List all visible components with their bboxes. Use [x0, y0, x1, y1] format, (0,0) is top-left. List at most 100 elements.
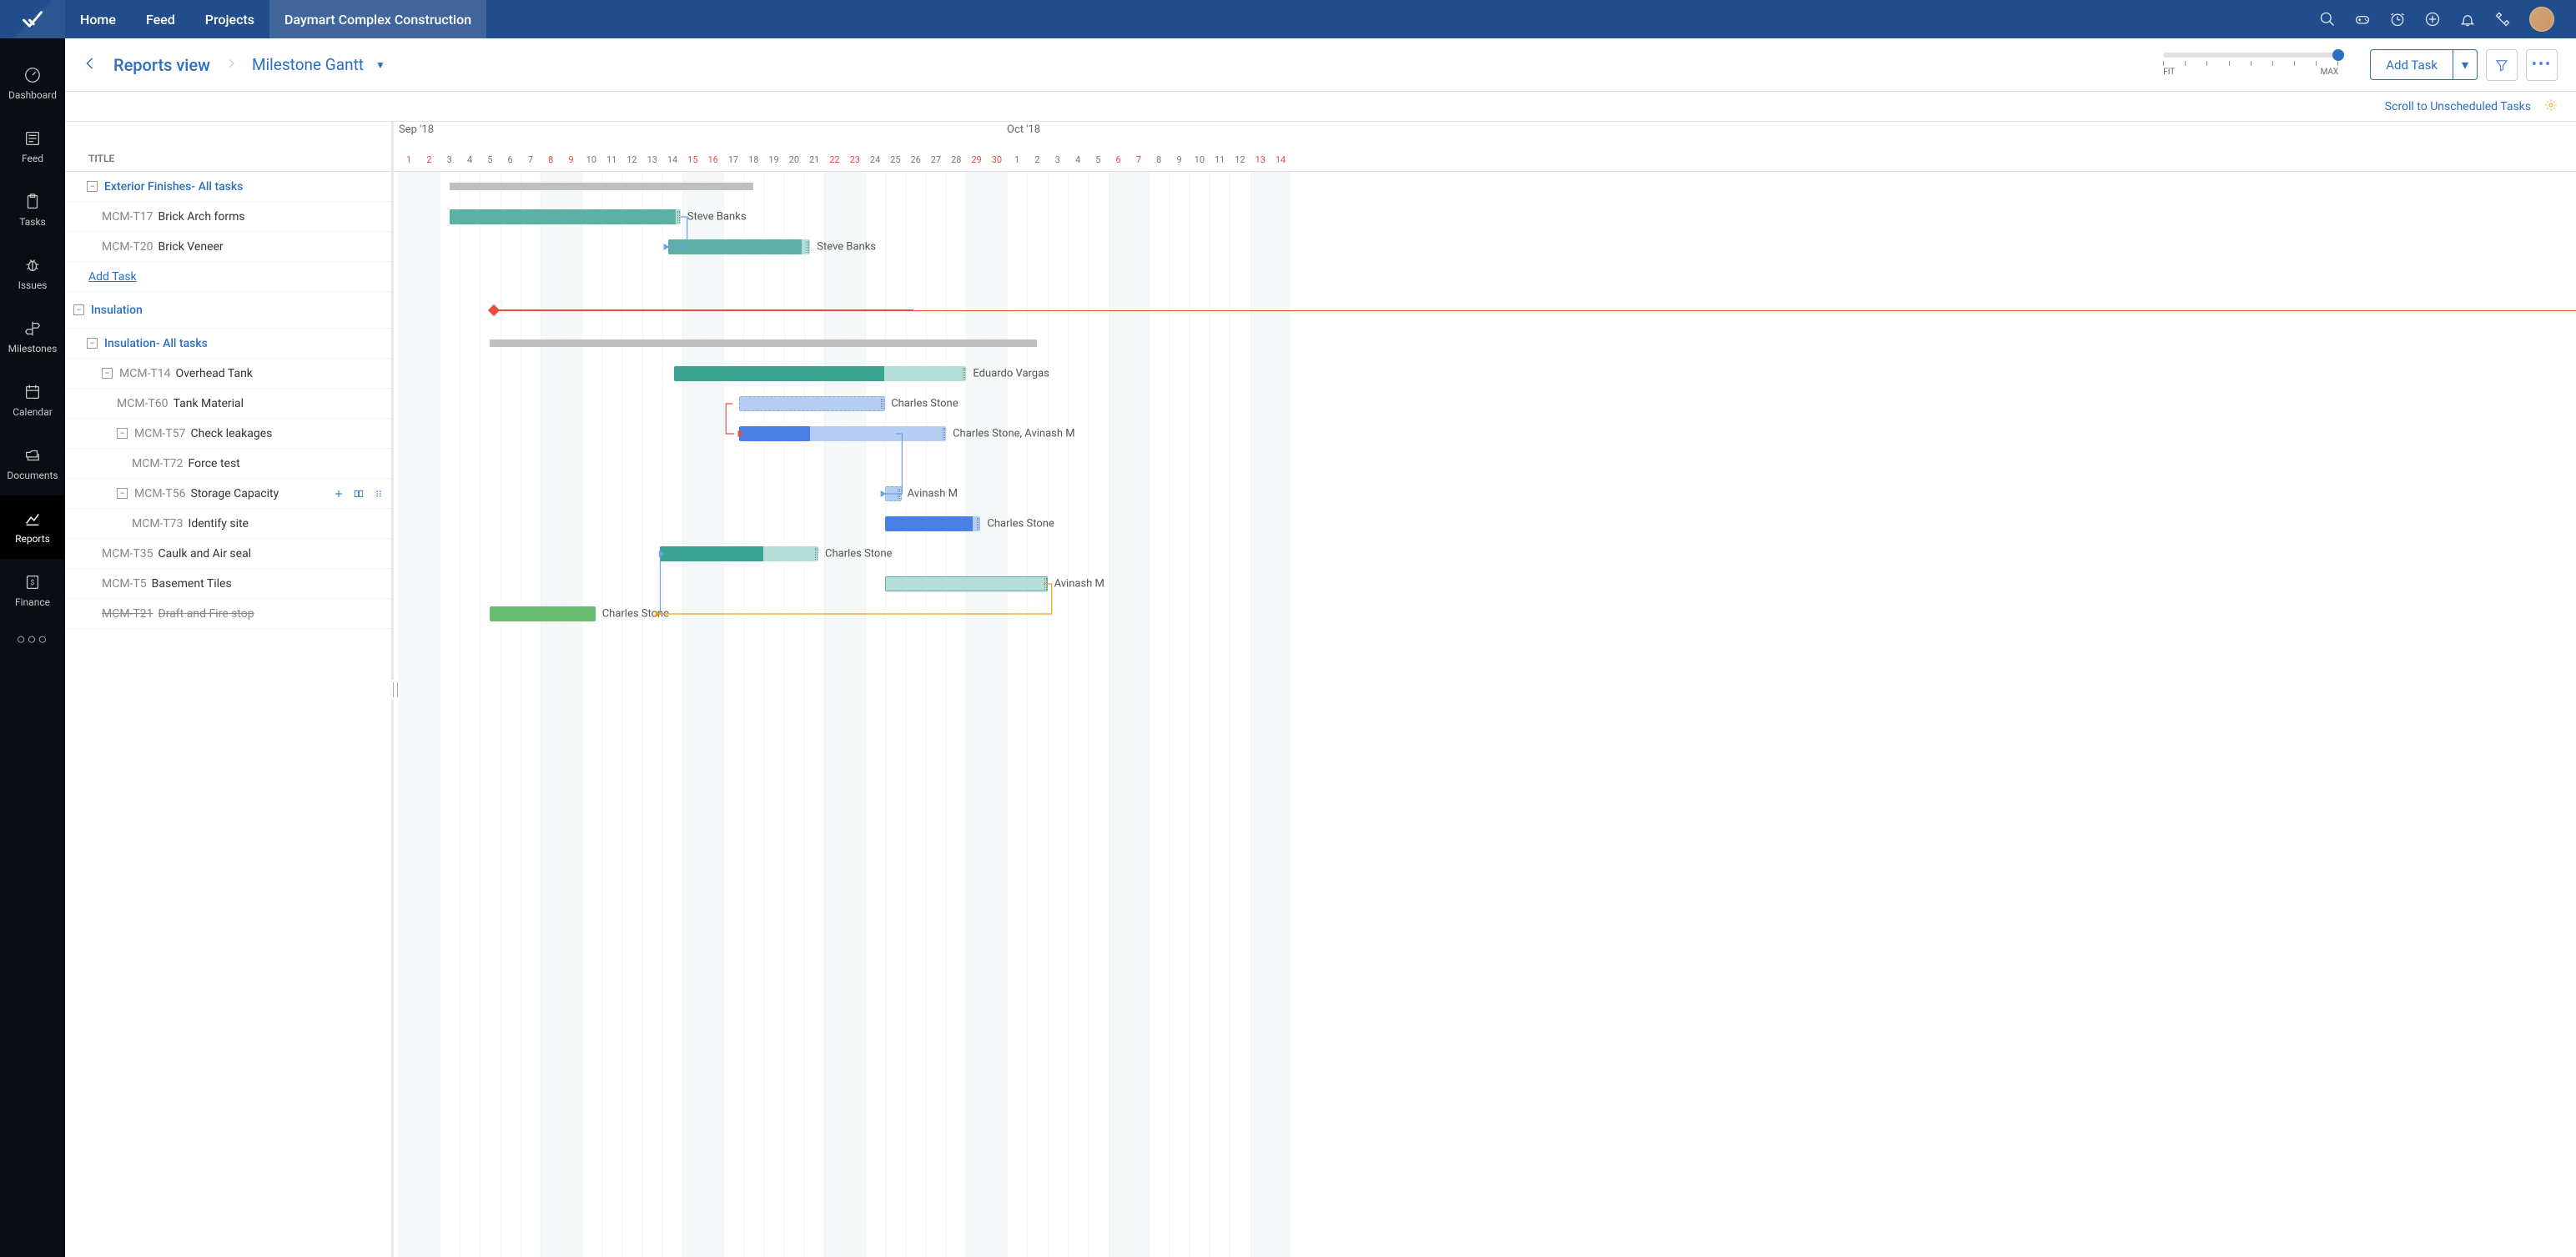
zoom-slider[interactable]: FIT MAX [2163, 53, 2338, 77]
add-task-more-button[interactable]: ▾ [2453, 49, 2478, 80]
calendar-icon [23, 383, 42, 401]
gantt-chart: TITLE −Exterior Finishes- All tasksMCM-T… [65, 122, 2576, 1257]
slider-thumb[interactable] [2332, 49, 2344, 61]
back-arrow-icon[interactable] [83, 56, 98, 74]
task-code: MCM-T21 [102, 607, 153, 621]
task-group-row[interactable]: −Insulation [65, 292, 391, 329]
plus-circle-icon[interactable] [2424, 11, 2441, 28]
sidebar-item-tasks[interactable]: Tasks [0, 178, 65, 242]
task-code: MCM-T57 [134, 427, 186, 440]
task-row[interactable]: −MCM-T56Storage Capacity [65, 479, 391, 509]
sidebar-item-issues[interactable]: Issues [0, 242, 65, 305]
task-row[interactable]: MCM-T17Brick Arch forms [65, 202, 391, 232]
sidebar-item-reports[interactable]: Reports [0, 495, 65, 559]
add-task-split-button: Add Task ▾ [2370, 49, 2478, 80]
timeline-body[interactable]: Steve Banks Steve Banks Eduardo Vargas Char… [394, 172, 2576, 1257]
app-logo[interactable] [0, 0, 65, 38]
report-type-dropdown[interactable]: Milestone Gantt ▼ [252, 55, 385, 74]
task-row[interactable]: MCM-T60Tank Material [65, 389, 391, 419]
sidebar-item-calendar[interactable]: Calendar [0, 369, 65, 432]
task-row[interactable]: MCM-T72Force test [65, 449, 391, 479]
task-row[interactable]: MCM-T73Identify site [65, 509, 391, 539]
bar-assignee-label: Steve Banks [687, 211, 747, 224]
sidebar-item-documents[interactable]: Documents [0, 432, 65, 495]
day-label: 10 [1195, 154, 1205, 165]
collapse-toggle[interactable]: − [87, 181, 98, 192]
left-sidebar: Dashboard Feed Tasks Issues Milestones C… [0, 38, 65, 1257]
filter-button[interactable] [2486, 49, 2518, 81]
add-subtask-icon[interactable] [333, 488, 345, 500]
task-row[interactable]: −MCM-T57Check leakages [65, 419, 391, 449]
nav-tab-projects[interactable]: Projects [190, 0, 269, 38]
sidebar-more[interactable]: ○○○ [17, 631, 49, 648]
day-label: 13 [647, 154, 657, 165]
gantt-bar[interactable]: Avinash M [885, 486, 901, 501]
task-row[interactable]: −Exterior Finishes- All tasks [65, 172, 391, 202]
day-label: 28 [951, 154, 961, 165]
collapse-toggle[interactable]: − [102, 368, 113, 379]
gantt-bar[interactable]: Charles Stone, Avinash M [739, 426, 946, 441]
day-label: 11 [606, 154, 616, 165]
task-row[interactable]: −Insulation- All tasks [65, 329, 391, 359]
gamepad-icon[interactable] [2354, 11, 2371, 28]
task-code: MCM-T73 [132, 517, 184, 530]
task-row[interactable]: MCM-T5Basement Tiles [65, 569, 391, 599]
pane-resize-handle[interactable] [391, 680, 400, 700]
task-row[interactable]: MCM-T21Draft and Fire stop [65, 599, 391, 629]
scroll-unscheduled-link[interactable]: Scroll to Unscheduled Tasks [2385, 100, 2531, 113]
gantt-bar[interactable]: Steve Banks [668, 239, 810, 254]
task-title: Insulation- All tasks [104, 337, 208, 350]
collapse-toggle[interactable]: − [117, 488, 128, 499]
nav-tab-home[interactable]: Home [65, 0, 131, 38]
gantt-bar[interactable]: Eduardo Vargas [674, 366, 966, 381]
gantt-bar[interactable]: Charles Stone [660, 546, 818, 561]
user-avatar[interactable] [2529, 7, 2554, 32]
day-label: 21 [809, 154, 819, 165]
drag-handle-icon[interactable] [373, 488, 385, 500]
sidebar-item-feed[interactable]: Feed [0, 115, 65, 178]
task-row[interactable]: MCM-T20Brick Veneer [65, 232, 391, 262]
breadcrumb-parent[interactable]: Reports view [113, 55, 210, 75]
add-task-row[interactable]: Add Task [65, 262, 391, 292]
more-actions-button[interactable]: ••• [2526, 49, 2558, 81]
sidebar-item-dashboard[interactable]: Dashboard [0, 52, 65, 115]
clock-icon[interactable] [2389, 11, 2406, 28]
settings-gear-icon[interactable] [2544, 98, 2558, 115]
gantt-bar[interactable]: Avinash M [885, 576, 1047, 591]
nav-tab-feed[interactable]: Feed [131, 0, 190, 38]
day-label: 17 [728, 154, 738, 165]
collapse-toggle[interactable]: − [117, 428, 128, 439]
add-task-link[interactable]: Add Task [88, 270, 137, 284]
gantt-bar[interactable]: Charles Stone [885, 516, 980, 531]
gantt-bar[interactable]: Steve Banks [450, 209, 681, 224]
bar-assignee-label: Charles Stone, Avinash M [953, 428, 1075, 440]
sidebar-label: Issues [18, 279, 48, 291]
critical-path-line [913, 310, 2576, 311]
slider-track[interactable] [2163, 53, 2338, 58]
row-actions [333, 488, 385, 500]
task-title: Exterior Finishes- All tasks [104, 180, 243, 194]
collapse-toggle[interactable]: − [73, 304, 84, 315]
column-title: TITLE [88, 153, 114, 164]
task-row[interactable]: −MCM-T14Overhead Tank [65, 359, 391, 389]
summary-bar[interactable] [450, 183, 754, 190]
nav-tab-project-current[interactable]: Daymart Complex Construction [269, 0, 486, 38]
sidebar-label: Calendar [13, 406, 53, 418]
day-label: 5 [1095, 154, 1100, 165]
sidebar-item-milestones[interactable]: Milestones [0, 305, 65, 369]
tools-icon[interactable] [2494, 11, 2511, 28]
sidebar-label: Documents [7, 470, 58, 481]
search-icon[interactable] [2319, 11, 2336, 28]
bar-assignee-label: Charles Stone [987, 518, 1054, 530]
summary-bar[interactable] [490, 339, 1037, 347]
add-task-button[interactable]: Add Task [2370, 49, 2453, 80]
bell-icon[interactable] [2459, 11, 2476, 28]
info-card-icon[interactable] [353, 488, 365, 500]
gantt-bar[interactable]: Charles Stone [739, 396, 885, 411]
report-type-label: Milestone Gantt [252, 55, 364, 74]
bar-assignee-label: Charles Stone [891, 398, 958, 410]
task-row[interactable]: MCM-T35Caulk and Air seal [65, 539, 391, 569]
gantt-bar[interactable]: Charles Stone [490, 606, 595, 621]
sidebar-item-finance[interactable]: $ Finance [0, 559, 65, 622]
collapse-toggle[interactable]: − [87, 338, 98, 349]
